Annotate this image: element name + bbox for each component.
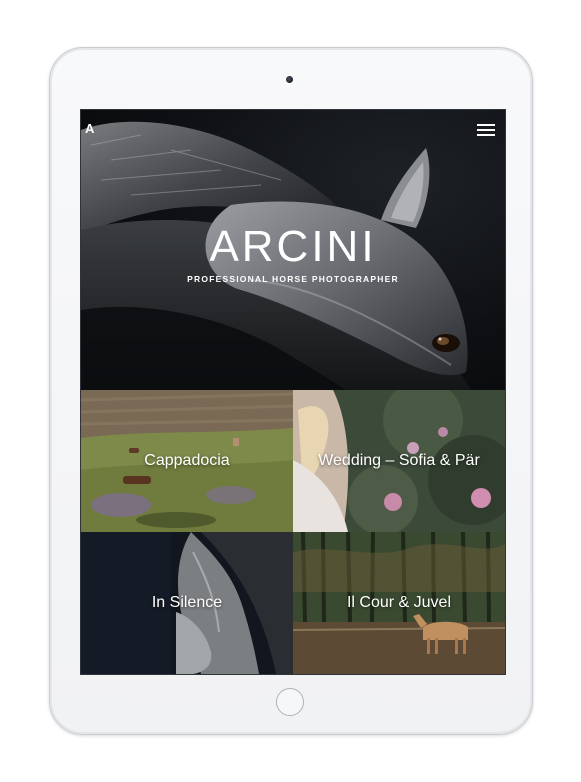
tablet-device-frame: A ARCINI PROFESSIONAL HORSE PHOTOGRAPHER: [49, 47, 533, 735]
brand-title: ARCINI: [209, 222, 377, 271]
site-logo[interactable]: A: [85, 122, 99, 136]
gallery-tile-cappadocia[interactable]: Cappadocia: [81, 390, 293, 532]
gallery-label: In Silence: [151, 594, 223, 611]
hamburger-menu-icon[interactable]: [477, 124, 495, 136]
gallery-tile-wedding[interactable]: Wedding – Sofia & Pär: [293, 390, 505, 532]
tablet-screen: A ARCINI PROFESSIONAL HORSE PHOTOGRAPHER: [80, 109, 506, 675]
gallery-tile-in-silence[interactable]: In Silence: [81, 532, 293, 674]
hero-section: A ARCINI PROFESSIONAL HORSE PHOTOGRAPHER: [81, 110, 505, 390]
gallery-label: Wedding – Sofia & Pär: [318, 452, 480, 469]
menu-bar: [477, 129, 495, 131]
home-button[interactable]: [276, 688, 304, 716]
gallery-label: Cappadocia: [144, 452, 230, 469]
brand-subtitle: PROFESSIONAL HORSE PHOTOGRAPHER: [187, 274, 399, 284]
menu-bar: [477, 124, 495, 126]
gallery-tile-il-cour-juvel[interactable]: Il Cour & Juvel: [293, 532, 505, 674]
gallery-label: Il Cour & Juvel: [346, 594, 452, 611]
front-camera: [286, 76, 293, 83]
menu-bar: [477, 134, 495, 136]
